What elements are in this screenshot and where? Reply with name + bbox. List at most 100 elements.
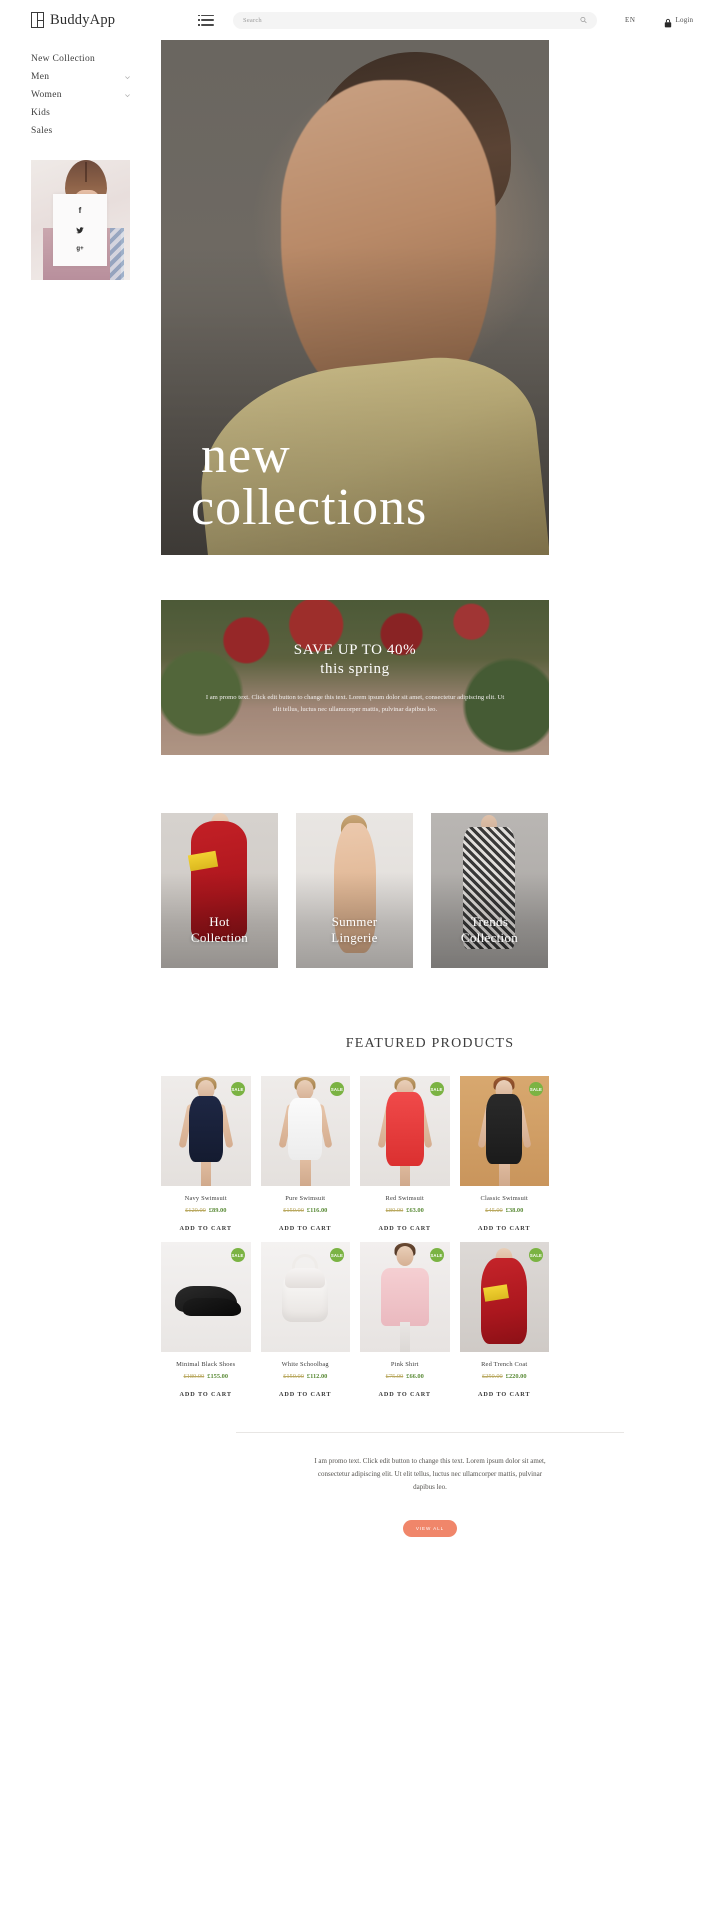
product-price: £80.00 £63.00 <box>360 1207 450 1214</box>
add-to-cart-button[interactable]: ADD TO CART <box>161 1225 251 1232</box>
sidebar-item-men[interactable]: Men <box>31 68 131 86</box>
search-icon[interactable] <box>580 16 587 24</box>
category-label-line2: Lingerie <box>331 929 378 945</box>
product-old-price: £80.00 <box>385 1207 404 1214</box>
sidebar-item-new-collection[interactable]: New Collection <box>31 50 131 68</box>
product-card[interactable]: SALE Navy Swimsuit £120.00 £89.00 ADD TO … <box>161 1076 251 1232</box>
product-old-price: £45.00 <box>485 1207 503 1214</box>
product-card[interactable]: SALE White Schoolbag £150.00 £112.00 ADD … <box>260 1242 351 1398</box>
add-to-cart-button[interactable]: ADD TO CART <box>360 1225 450 1232</box>
login-label: Login <box>675 16 694 24</box>
product-name: Navy Swimsuit <box>184 1195 227 1202</box>
add-to-cart-button[interactable]: ADD TO CART <box>460 1391 550 1398</box>
sale-badge: SALE <box>230 1082 245 1096</box>
add-to-cart-button[interactable]: ADD TO CART <box>261 1225 351 1232</box>
social-card: f g+ <box>53 194 107 266</box>
product-card[interactable]: SALE Minimal Black Shoes £180.00 £155.00 … <box>161 1242 251 1398</box>
product-image[interactable]: SALE <box>161 1242 251 1352</box>
category-label-line1: Summer <box>331 913 378 929</box>
product-name: Classic Swimsuit <box>480 1195 528 1202</box>
add-to-cart-button[interactable]: ADD TO CART <box>261 1391 351 1398</box>
add-to-cart-button[interactable]: ADD TO CART <box>161 1391 251 1398</box>
product-image[interactable]: SALE <box>260 1242 350 1352</box>
promo-content: SAVE UP TO 40% this spring I am promo te… <box>161 600 549 716</box>
language-selector[interactable]: EN <box>625 16 636 24</box>
sidebar: New Collection Men Women Kids Sales f g+ <box>0 40 160 280</box>
product-price: £120.00 £89.00 <box>161 1207 251 1214</box>
product-card[interactable]: SALE Red Swimsuit £80.00 £63.00 ADD TO CA… <box>360 1076 450 1232</box>
facebook-icon[interactable]: f <box>75 206 85 216</box>
add-to-cart-button[interactable]: ADD TO CART <box>360 1391 450 1398</box>
sale-badge: SALE <box>429 1082 444 1096</box>
product-old-price: £150.00 <box>283 1207 304 1214</box>
add-to-cart-button[interactable]: ADD TO CART <box>460 1225 550 1232</box>
product-price: £250.00 £220.00 <box>460 1373 550 1380</box>
product-old-price: £150.00 <box>283 1373 304 1380</box>
hero-banner[interactable]: new collections <box>161 40 549 555</box>
product-card[interactable]: SALE Pure Swimsuit £150.00 £116.00 ADD TO… <box>260 1076 351 1232</box>
footer-paragraph: I am promo text. Click edit button to ch… <box>314 1457 546 1491</box>
product-new-price: £112.00 <box>306 1373 328 1380</box>
login-button[interactable]: Login <box>664 15 694 28</box>
promo-heading-line1: SAVE UP TO 40% <box>293 642 417 658</box>
product-new-price: £116.00 <box>306 1207 328 1214</box>
category-label-line2: Collection <box>460 929 519 945</box>
main-content: new collections SAVE UP TO 40% this spri… <box>160 40 720 1537</box>
category-label: Summer Lingerie <box>296 914 413 947</box>
sale-badge: SALE <box>429 1248 444 1262</box>
product-image[interactable]: SALE <box>459 1242 549 1352</box>
product-new-price: £89.00 <box>208 1207 227 1214</box>
list-menu-icon[interactable] <box>198 14 214 26</box>
product-name: Pure Swimsuit <box>285 1195 326 1202</box>
product-price: £45.00 £38.00 <box>460 1207 550 1214</box>
product-card[interactable]: SALE Red Trench Coat £250.00 £220.00 ADD … <box>459 1242 550 1398</box>
lock-icon <box>664 15 672 28</box>
divider <box>236 1432 624 1433</box>
product-image[interactable]: SALE <box>360 1076 450 1186</box>
view-all-button[interactable]: VIEW ALL <box>403 1519 457 1537</box>
category-cards: Hot Collection Summer Lingerie Trends Co… <box>161 813 700 968</box>
product-image[interactable]: SALE <box>360 1242 450 1352</box>
widget-photo-stripe <box>110 228 124 280</box>
sidebar-item-label: Kids <box>31 108 51 118</box>
product-price: £150.00 £116.00 <box>261 1207 351 1214</box>
twitter-icon[interactable] <box>75 225 85 235</box>
promo-paragraph: I am promo text. Click edit button to ch… <box>205 694 505 714</box>
product-image[interactable]: SALE <box>161 1076 251 1186</box>
category-card-hot-collection[interactable]: Hot Collection <box>161 813 278 968</box>
view-all-wrap: VIEW ALL <box>160 1519 700 1537</box>
chevron-down-icon[interactable] <box>124 74 131 81</box>
product-card[interactable]: SALE Classic Swimsuit £45.00 £38.00 ADD T… <box>459 1076 550 1232</box>
sidebar-item-women[interactable]: Women <box>31 86 131 104</box>
product-price: £150.00 £112.00 <box>261 1373 351 1380</box>
google-plus-icon[interactable]: g+ <box>75 244 85 254</box>
product-price: £180.00 £155.00 <box>161 1373 251 1380</box>
logo[interactable]: BuddyApp <box>31 12 159 29</box>
product-image[interactable]: SALE <box>260 1076 350 1186</box>
product-card[interactable]: SALE Pink Shirt £75.00 £66.00 ADD TO CART <box>360 1242 450 1398</box>
sidebar-item-label: Women <box>31 90 62 100</box>
category-card-trends-collection[interactable]: Trends Collection <box>431 813 548 968</box>
product-new-price: £38.00 <box>505 1207 524 1214</box>
sidebar-social-widget: f g+ <box>31 160 130 280</box>
promo-heading-line2: this spring <box>320 661 390 677</box>
promo-banner[interactable]: SAVE UP TO 40% this spring I am promo te… <box>161 600 549 755</box>
category-label-line2: Collection <box>190 929 249 945</box>
chevron-down-icon[interactable] <box>124 92 131 99</box>
category-label: Trends Collection <box>431 914 548 947</box>
search-placeholder: Search <box>243 16 262 24</box>
sale-badge: SALE <box>529 1082 543 1096</box>
product-image[interactable]: SALE <box>459 1076 549 1186</box>
category-card-summer-lingerie[interactable]: Summer Lingerie <box>296 813 413 968</box>
sidebar-item-label: New Collection <box>31 54 96 64</box>
featured-products-title: FEATURED PRODUCTS <box>345 1036 515 1051</box>
product-name: White Schoolbag <box>281 1361 329 1368</box>
product-grid: SALE Navy Swimsuit £120.00 £89.00 ADD TO … <box>161 1076 549 1398</box>
sidebar-item-sales[interactable]: Sales <box>31 122 131 140</box>
logo-mark-icon <box>31 12 44 28</box>
search-input[interactable]: Search <box>233 11 597 29</box>
sidebar-item-kids[interactable]: Kids <box>31 104 131 122</box>
category-label-line1: Trends <box>470 913 509 929</box>
hero-title-line2: collections <box>191 479 428 537</box>
product-new-price: £220.00 <box>505 1373 527 1380</box>
